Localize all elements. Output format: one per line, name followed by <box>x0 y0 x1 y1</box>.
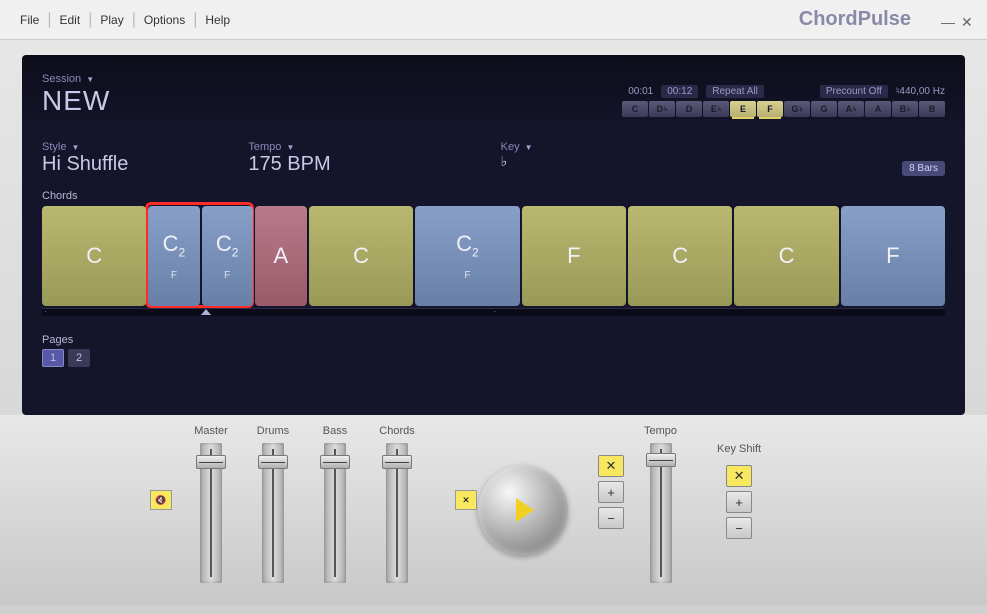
fader-knob[interactable] <box>196 455 226 469</box>
key-button-Bflat[interactable]: B♭ <box>892 101 918 117</box>
key-button-A[interactable]: A <box>865 101 891 117</box>
menubar: File| Edit| Play| Options| Help ChordPul… <box>0 0 987 40</box>
tempo-fader[interactable] <box>650 443 672 583</box>
chord-block[interactable]: F <box>841 206 945 306</box>
fader-drums[interactable] <box>262 443 284 583</box>
key-button-Gflat[interactable]: G♭ <box>784 101 810 117</box>
main-panel: Session ▼ NEW 00:01 00:12 Repeat All Pre… <box>22 55 965 415</box>
pages-row: 12 <box>42 349 945 367</box>
chord-block[interactable]: C <box>42 206 146 306</box>
chord-block[interactable]: C2F <box>202 206 253 306</box>
keyshift-minus-button[interactable]: − <box>726 517 752 539</box>
key-button-C[interactable]: C <box>622 101 648 117</box>
chord-block[interactable]: C <box>309 206 413 306</box>
menu-play[interactable]: Play <box>94 13 129 27</box>
keyshift-label: Key Shift <box>717 443 761 455</box>
fader-label: Master <box>194 425 228 437</box>
key-button-Aflat[interactable]: A♭ <box>838 101 864 117</box>
chord-block[interactable]: F <box>522 206 626 306</box>
session-name: NEW <box>42 85 110 117</box>
mixer-panel: 🔇 Master Drums Bass Chords ✕ ✕ + − Tempo Ke… <box>0 415 987 605</box>
chord-track: CC2FC2FACC2FFCCF <box>42 206 945 306</box>
chord-block[interactable]: A <box>255 206 307 306</box>
precount-toggle[interactable]: Precount Off <box>820 85 888 98</box>
fader-label: Chords <box>379 425 414 437</box>
timeline[interactable]: · · <box>42 308 945 316</box>
keyshift-plus-button[interactable]: + <box>726 491 752 513</box>
tempo-minus-button[interactable]: − <box>598 507 624 529</box>
key-button-B[interactable]: B <box>919 101 945 117</box>
menu-help[interactable]: Help <box>199 13 236 27</box>
chord-block[interactable]: C2F <box>415 206 519 306</box>
session-dropdown[interactable]: Session ▼ <box>42 73 110 85</box>
keyshift-reset-button[interactable]: ✕ <box>726 465 752 487</box>
fader-chords[interactable] <box>386 443 408 583</box>
play-icon <box>516 498 534 522</box>
page-button-2[interactable]: 2 <box>68 349 90 367</box>
chord-block[interactable]: C <box>734 206 838 306</box>
menu-edit[interactable]: Edit <box>54 13 87 27</box>
style-dropdown[interactable]: Style ▼ Hi Shuffle <box>42 141 128 176</box>
tuning-display[interactable]: ♮440,00 Hz <box>896 86 945 97</box>
mute-master-button[interactable]: 🔇 <box>150 490 172 510</box>
key-strip: CD♭DE♭EFG♭GA♭AB♭B <box>622 101 945 117</box>
key-button-Dflat[interactable]: D♭ <box>649 101 675 117</box>
bars-badge[interactable]: 8 Bars <box>902 161 945 176</box>
app-title: ChordPulse <box>799 8 911 31</box>
time-pos: 00:01 <box>628 86 653 97</box>
tempo-plus-button[interactable]: + <box>598 481 624 503</box>
tempo-fader-label: Tempo <box>644 425 677 437</box>
minimize-button[interactable]: — <box>941 14 953 26</box>
key-button-D[interactable]: D <box>676 101 702 117</box>
tempo-reset-button[interactable]: ✕ <box>598 455 624 477</box>
page-button-1[interactable]: 1 <box>42 349 64 367</box>
fader-knob[interactable] <box>258 455 288 469</box>
chord-block[interactable]: C <box>628 206 732 306</box>
tempo-nudge-stack: ✕ + − <box>598 455 624 529</box>
mute-chords-button[interactable]: ✕ <box>455 490 477 510</box>
fader-knob[interactable] <box>320 455 350 469</box>
key-button-F[interactable]: F <box>757 101 783 117</box>
play-jog[interactable] <box>478 465 568 555</box>
chords-label: Chords <box>42 190 945 202</box>
key-button-G[interactable]: G <box>811 101 837 117</box>
playhead-icon[interactable] <box>201 309 211 315</box>
tempo-dropdown[interactable]: Tempo ▼ 175 BPM <box>248 141 330 176</box>
key-dropdown[interactable]: Key ▼ ♭ <box>501 141 533 176</box>
fader-label: Bass <box>323 425 347 437</box>
menu-options[interactable]: Options <box>138 13 191 27</box>
fader-knob[interactable] <box>382 455 412 469</box>
chord-block[interactable]: C2F <box>148 206 199 306</box>
menu-file[interactable]: File <box>14 13 45 27</box>
app-window: File| Edit| Play| Options| Help ChordPul… <box>0 0 987 614</box>
fader-label: Drums <box>257 425 289 437</box>
key-button-E[interactable]: E <box>730 101 756 117</box>
time-total[interactable]: 00:12 <box>661 85 698 98</box>
fader-bass[interactable] <box>324 443 346 583</box>
key-button-Eflat[interactable]: E♭ <box>703 101 729 117</box>
close-button[interactable]: ✕ <box>961 14 973 26</box>
fader-master[interactable] <box>200 443 222 583</box>
repeat-mode[interactable]: Repeat All <box>706 85 764 98</box>
pages-label: Pages <box>42 334 945 346</box>
tempo-fader-knob[interactable] <box>646 453 676 467</box>
